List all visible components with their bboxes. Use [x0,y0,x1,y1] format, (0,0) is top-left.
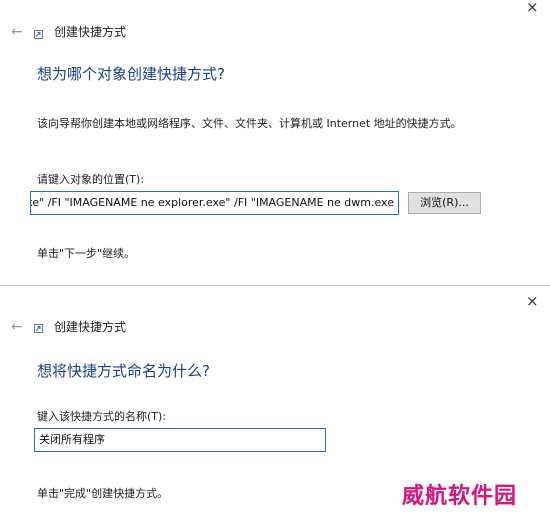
location-input-value: "IMAGENAME ne dwm.exe" /FI "IMAGENAME ne… [31,196,394,209]
site-watermark: 威航软件园 [402,484,518,509]
close-icon[interactable]: × [526,0,539,15]
close-icon[interactable]: × [526,294,539,309]
location-label: 请键入对象的位置(T): [37,173,145,186]
finish-hint: 单击"完成"创建快捷方式。 [37,487,169,500]
shortcut-app-icon [34,30,43,39]
back-arrow-icon[interactable]: ← [11,320,23,334]
dialog-title: 创建快捷方式 [54,25,127,39]
next-hint: 单击"下一步"继续。 [37,247,136,260]
browse-button[interactable]: 浏览(R)... [408,192,481,214]
page-heading: 想将快捷方式命名为什么? [37,362,210,380]
wizard-description: 该向导帮你创建本地或网络程序、文件、文件夹、计算机或 Internet 地址的快… [37,117,462,130]
page-heading: 想为哪个对象创建快捷方式? [37,65,225,83]
shortcut-app-icon [34,324,43,333]
name-label: 键入该快捷方式的名称(T): [37,410,167,423]
back-arrow-icon[interactable]: ← [11,25,23,39]
shortcut-name-input[interactable]: 关闭所有程序 [34,428,326,452]
dialog-title: 创建快捷方式 [54,320,127,334]
create-shortcut-dialog-step1: × ← 创建快捷方式 想为哪个对象创建快捷方式? 该向导帮你创建本地或网络程序、… [0,0,550,285]
location-input[interactable]: "IMAGENAME ne dwm.exe" /FI "IMAGENAME ne… [30,191,399,215]
